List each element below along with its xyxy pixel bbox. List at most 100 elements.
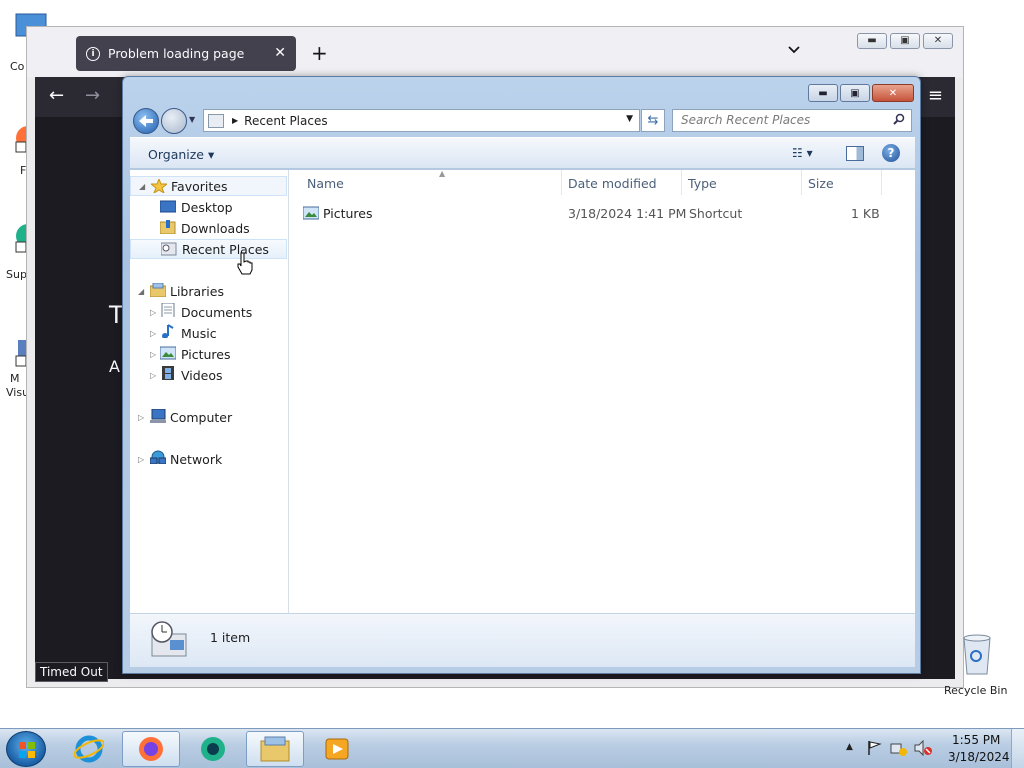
maximize-button[interactable]: ▣ [840, 84, 870, 102]
taskbar-app[interactable] [184, 731, 242, 767]
documents-icon [161, 303, 175, 317]
search-icon[interactable] [893, 113, 905, 128]
app-menu-button[interactable]: ≡ [928, 85, 943, 106]
breadcrumb-recent-places[interactable]: Recent Places [244, 114, 327, 128]
start-button[interactable] [6, 731, 46, 767]
tree-item-recent-places[interactable]: Recent Places [130, 239, 287, 259]
taskbar: ▲ [0, 728, 1024, 768]
arrow-left-icon [139, 115, 153, 127]
file-list[interactable]: Name ▲ Date modified Type Size Pictures … [289, 169, 915, 613]
tree-item-downloads[interactable]: Downloads [130, 218, 287, 238]
collapsed-arrow-icon[interactable]: ▷ [138, 413, 144, 422]
minimize-button[interactable]: ▬ [808, 84, 838, 102]
back-button[interactable] [133, 108, 159, 134]
tree-item-desktop[interactable]: Desktop [130, 197, 287, 217]
close-tab-icon[interactable]: ✕ [274, 45, 286, 61]
column-header-type[interactable]: Type [682, 170, 802, 195]
collapsed-arrow-icon[interactable]: ▷ [150, 329, 156, 338]
forward-button[interactable] [161, 108, 187, 134]
clock-date[interactable]: 3/18/2024 [948, 750, 1010, 764]
media-player-icon [325, 738, 349, 760]
show-desktop-button[interactable] [1011, 729, 1024, 768]
volume-muted-icon[interactable] [914, 740, 934, 756]
tab-title: Problem loading page [108, 46, 245, 61]
column-header-date-modified[interactable]: Date modified [562, 170, 682, 195]
info-icon: i [86, 46, 100, 61]
expanded-arrow-icon[interactable]: ◢ [139, 182, 145, 191]
firefox-icon [139, 737, 163, 761]
tree-item-network[interactable]: ▷ Network [130, 449, 287, 469]
desktop-icon [160, 200, 176, 213]
preview-pane-button[interactable] [846, 146, 864, 161]
column-header-name[interactable]: Name ▲ [301, 169, 562, 195]
collapsed-arrow-icon[interactable]: ▷ [150, 308, 156, 317]
desktop-icon-label: M [10, 372, 20, 385]
folder-icon [260, 736, 290, 762]
details-pane: 1 item [130, 613, 915, 667]
file-name: Pictures [323, 206, 373, 221]
search-placeholder: Search Recent Places [681, 113, 811, 127]
maximize-button[interactable]: ▣ [890, 33, 920, 49]
item-count: 1 item [210, 630, 251, 645]
tree-item-documents[interactable]: ▷ Documents [130, 302, 287, 322]
new-tab-button[interactable]: + [311, 41, 328, 65]
video-film-icon [162, 366, 174, 380]
tree-item-music[interactable]: ▷ Music [130, 323, 287, 343]
back-button[interactable]: ← [49, 85, 64, 106]
pictures-icon [160, 346, 176, 360]
minimize-button[interactable]: ▬ [857, 33, 887, 49]
address-history-dropdown[interactable]: ▼ [626, 114, 633, 124]
status-panel: Timed Out [35, 662, 108, 682]
close-button[interactable]: ✕ [923, 33, 953, 49]
tree-item-pictures[interactable]: ▷ Pictures [130, 344, 287, 364]
file-row[interactable]: Pictures 3/18/2024 1:41 PM Shortcut 1 KB [301, 203, 901, 223]
windows-logo-icon [19, 742, 35, 758]
desktop-icon-label: Co [10, 60, 25, 73]
computer-icon [150, 409, 166, 423]
taskbar-media-player[interactable] [308, 731, 366, 767]
tree-item-computer[interactable]: ▷ Computer [130, 407, 287, 427]
organize-button[interactable]: Organize ▾ [148, 147, 214, 162]
recycle-bin-icon[interactable] [960, 632, 994, 676]
sort-ascending-icon: ▲ [439, 169, 446, 178]
star-icon [151, 179, 167, 193]
downloads-folder-icon [160, 220, 176, 234]
collapsed-arrow-icon[interactable]: ▷ [138, 455, 144, 464]
search-input[interactable]: Search Recent Places [672, 109, 912, 132]
pictures-shortcut-icon [303, 206, 319, 220]
explorer-window[interactable]: ▬ ▣ ✕ ▼ ▶ Recent Places ▼ ⇆ Search Recen… [122, 76, 921, 674]
taskbar-windows-explorer[interactable] [246, 731, 304, 767]
tree-item-videos[interactable]: ▷ Videos [130, 365, 287, 385]
forward-button[interactable]: → [85, 85, 100, 106]
address-bar[interactable]: ▶ Recent Places ▼ [203, 109, 640, 132]
tree-item-favorites[interactable]: ◢ Favorites [130, 176, 287, 196]
chevron-down-icon [788, 46, 800, 54]
show-hidden-icons-button[interactable]: ▲ [846, 742, 853, 752]
taskbar-internet-explorer[interactable] [60, 731, 118, 767]
network-status-icon[interactable] [890, 740, 908, 756]
close-button[interactable]: ✕ [872, 84, 914, 102]
list-all-tabs-button[interactable] [787, 43, 801, 59]
action-center-flag-icon[interactable] [866, 740, 882, 756]
clock-time[interactable]: 1:55 PM [952, 733, 1000, 747]
help-button[interactable]: ? [882, 144, 900, 162]
recycle-bin-label: Recycle Bin [944, 684, 1008, 697]
collapsed-arrow-icon[interactable]: ▷ [150, 350, 156, 359]
hand-cursor-icon [237, 252, 253, 275]
tree-item-libraries[interactable]: ◢ Libraries [130, 281, 287, 301]
error-description: A [109, 357, 120, 376]
expanded-arrow-icon[interactable]: ◢ [138, 287, 144, 296]
change-view-button[interactable]: ☷ ▾ [792, 146, 813, 160]
recent-pages-dropdown[interactable]: ▼ [189, 115, 195, 124]
column-header-size[interactable]: Size [802, 170, 882, 195]
recent-places-icon [208, 113, 224, 128]
tab-problem-loading-page[interactable]: i Problem loading page ✕ [76, 36, 296, 71]
taskbar-firefox[interactable] [122, 731, 180, 767]
file-size: 1 KB [851, 206, 880, 221]
breadcrumb-separator-icon[interactable]: ▶ [232, 116, 238, 125]
collapsed-arrow-icon[interactable]: ▷ [150, 371, 156, 380]
file-date-modified: 3/18/2024 1:41 PM [568, 206, 687, 221]
firefox-window-controls: ▬ ▣ ✕ [857, 33, 953, 49]
refresh-button[interactable]: ⇆ [641, 109, 665, 132]
chat-app-icon [201, 737, 225, 761]
